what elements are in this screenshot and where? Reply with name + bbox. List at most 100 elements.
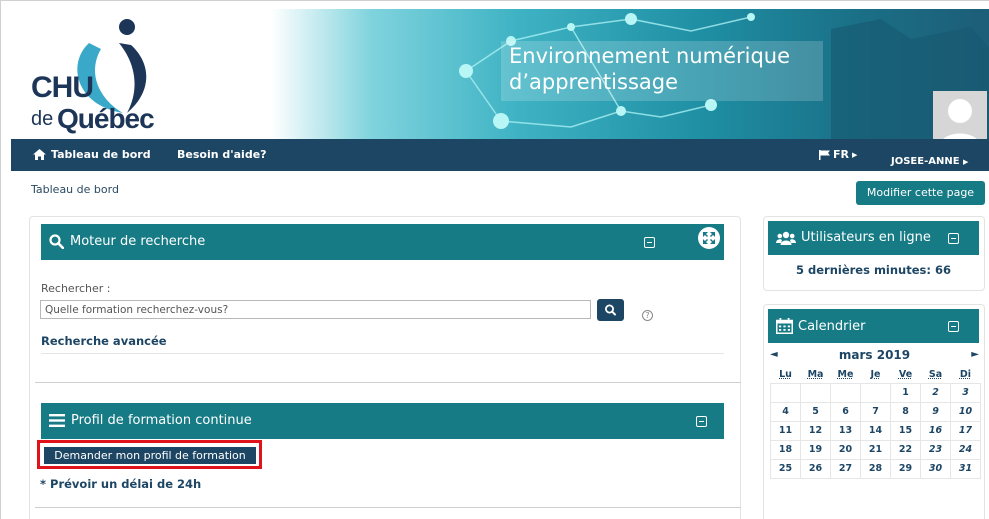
divider — [35, 382, 741, 383]
online-users-count: 5 dernières minutes: 66 — [795, 263, 951, 277]
calendar-day — [770, 382, 801, 403]
calendar-title: Calendrier — [776, 318, 865, 334]
profile-block-title: Profil de formation continue — [49, 413, 252, 428]
help-icon[interactable]: ? — [642, 310, 653, 321]
profile-block-header: Profil de formation continue — [41, 403, 724, 439]
page: CHU de Québec Environnement numérique d’… — [0, 0, 989, 519]
calendar-day[interactable]: 27 — [830, 458, 861, 479]
weekday-header: Me — [837, 369, 854, 381]
search-block-title-text: Moteur de recherche — [70, 234, 206, 249]
calendar-week-row: 25 26 27 28 29 30 31 — [770, 458, 981, 479]
nav-dashboard-label: Tableau de bord — [51, 148, 151, 161]
search-block-header: Moteur de recherche — [41, 224, 724, 260]
calendar-navigation: ◄ mars 2019 ► — [770, 348, 979, 364]
search-input[interactable] — [40, 300, 591, 319]
weekday-header: Lu — [779, 369, 792, 381]
calendar-day[interactable]: 14 — [860, 420, 891, 441]
collapse-icon[interactable] — [644, 237, 655, 248]
next-month-button[interactable]: ► — [971, 349, 979, 360]
delay-note: * Prévoir un délai de 24h — [40, 477, 202, 491]
chu-logo[interactable]: CHU de Québec — [27, 13, 197, 137]
calendar-day[interactable]: 20 — [830, 439, 861, 460]
fullscreen-icon[interactable] — [698, 227, 720, 249]
online-users-title-text: Utilisateurs en ligne — [801, 230, 931, 245]
calendar-day[interactable]: 10 — [950, 401, 981, 422]
calendar-week-row: 4 5 6 7 8 9 10 — [770, 401, 981, 422]
home-icon — [33, 149, 46, 160]
divider — [35, 507, 741, 508]
calendar-day[interactable]: 2 — [920, 382, 951, 403]
calendar-day — [860, 382, 891, 403]
advanced-search-link[interactable]: Recherche avancée — [41, 334, 167, 348]
calendar-day[interactable]: 7 — [860, 401, 891, 422]
caret-right-icon: ▶ — [851, 150, 858, 159]
flag-icon — [819, 149, 830, 160]
edit-page-button[interactable]: Modifier cette page — [856, 181, 985, 205]
calendar-day[interactable]: 9 — [920, 401, 951, 422]
calendar-day[interactable]: 6 — [830, 401, 861, 422]
user-name: JOSEE-ANNE — [891, 156, 960, 167]
collapse-icon[interactable] — [948, 233, 959, 244]
search-submit-button[interactable] — [597, 299, 624, 321]
calendar-day[interactable]: 17 — [950, 420, 981, 441]
calendar-day[interactable]: 15 — [890, 420, 921, 441]
calendar-day[interactable]: 30 — [920, 458, 951, 479]
calendar-day[interactable]: 3 — [950, 382, 981, 403]
calendar-week-row: 18 19 20 21 22 23 24 — [770, 439, 981, 460]
search-icon — [604, 304, 616, 316]
calendar-day — [830, 382, 861, 403]
calendar-day[interactable]: 19 — [800, 439, 831, 460]
weekday-header: Di — [959, 369, 972, 381]
search-label: Rechercher : — [41, 282, 111, 295]
search-icon — [49, 234, 64, 249]
calendar-day[interactable]: 13 — [830, 420, 861, 441]
calendar-icon — [776, 318, 793, 334]
breadcrumb[interactable]: Tableau de bord — [31, 183, 119, 196]
calendar-day[interactable]: 8 — [890, 401, 921, 422]
calendar-day[interactable]: 16 — [920, 420, 951, 441]
calendar-week-row: 11 12 13 14 15 16 17 — [770, 420, 981, 441]
calendar-week-row: 1 2 3 — [770, 382, 981, 403]
calendar-day — [800, 382, 831, 403]
calendar-day[interactable]: 12 — [800, 420, 831, 441]
online-users-title: Utilisateurs en ligne — [776, 230, 931, 245]
main-navbar: Tableau de bord Besoin d'aide? FR ▶ JOSE… — [11, 139, 989, 171]
calendar-day[interactable]: 24 — [950, 439, 981, 460]
calendar-day[interactable]: 31 — [950, 458, 981, 479]
calendar-day[interactable]: 21 — [860, 439, 891, 460]
user-menu[interactable]: JOSEE-ANNE ▶ — [891, 156, 968, 167]
weekday-header: Ma — [807, 369, 824, 381]
calendar-month: mars 2019 — [838, 348, 911, 362]
divider — [41, 353, 724, 354]
logo-chu-text: CHU — [31, 71, 94, 104]
calendar-header: Calendrier — [768, 309, 979, 343]
weekday-header: Ve — [898, 369, 913, 381]
calendar-day[interactable]: 4 — [770, 401, 801, 422]
language-menu[interactable]: FR ▶ — [819, 148, 857, 161]
calendar-day[interactable]: 26 — [800, 458, 831, 479]
calendar-day[interactable]: 28 — [860, 458, 891, 479]
collapse-icon[interactable] — [696, 416, 707, 427]
calendar-day[interactable]: 25 — [770, 458, 801, 479]
menu-icon — [49, 414, 65, 427]
logo-quebec-text: Québec — [57, 103, 155, 134]
calendar-day[interactable]: 11 — [770, 420, 801, 441]
request-profile-button[interactable]: Demander mon profil de formation — [44, 447, 256, 464]
caret-right-icon: ▶ — [963, 158, 969, 166]
weekday-header: Sa — [928, 369, 943, 381]
avatar[interactable] — [933, 91, 987, 139]
calendar-day[interactable]: 5 — [800, 401, 831, 422]
main-content-region — [29, 216, 741, 519]
calendar-weekday-row: Lu Ma Me Je Ve Sa Di — [771, 367, 981, 383]
nav-help-link[interactable]: Besoin d'aide? — [177, 148, 267, 161]
nav-dashboard-link[interactable]: Tableau de bord — [33, 148, 151, 161]
calendar-day[interactable]: 1 — [890, 382, 921, 403]
calendar-day[interactable]: 22 — [890, 439, 921, 460]
calendar-day[interactable]: 29 — [890, 458, 921, 479]
collapse-icon[interactable] — [948, 321, 959, 332]
calendar-day[interactable]: 23 — [920, 439, 951, 460]
online-users-header: Utilisateurs en ligne — [768, 221, 979, 255]
language-label: FR — [833, 148, 849, 161]
banner-title: Environnement numérique d’apprentissage — [509, 44, 791, 94]
calendar-day[interactable]: 18 — [770, 439, 801, 460]
